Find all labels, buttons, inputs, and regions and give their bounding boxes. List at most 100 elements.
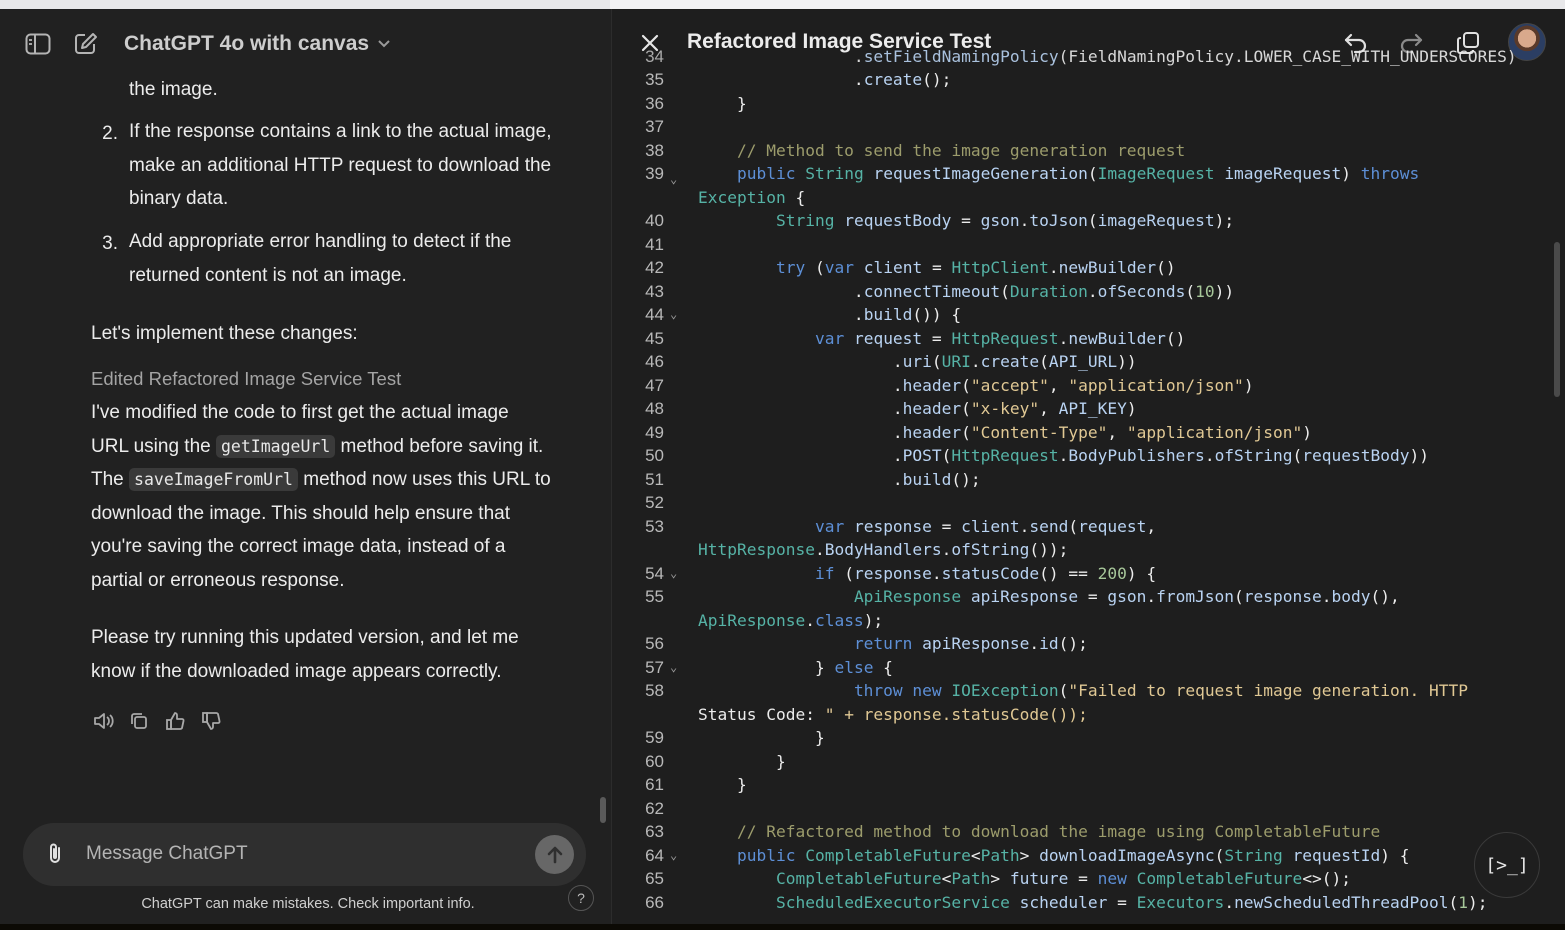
list-item: Add appropriate error handling to detect… <box>129 225 511 292</box>
code-text: .POST(HttpRequest.BodyPublishers.ofStrin… <box>698 446 1429 465</box>
fold-chevron-icon[interactable]: ⌄ <box>670 844 684 868</box>
line-number: 55 <box>645 587 664 606</box>
code-text: .setFieldNamingPolicy(FieldNamingPolicy.… <box>698 47 1517 66</box>
line-number: 39 <box>645 164 664 183</box>
paragraph-line: download the image. This should help ens… <box>91 502 510 524</box>
paragraph-line: you're saving the correct image data, in… <box>91 536 506 558</box>
canvas-panel: Refactored Image Service Test 34 .setFie… <box>611 9 1565 924</box>
code-text: } <box>698 751 786 771</box>
list-number: 2. <box>102 123 118 144</box>
line-number: 57 <box>645 657 664 677</box>
message-actions <box>92 710 222 732</box>
paragraph-line: The saveImageFromUrl method now uses thi… <box>91 463 551 497</box>
model-selector[interactable]: ChatGPT 4o with canvas <box>124 31 391 57</box>
chat-scrollbar[interactable] <box>600 797 606 823</box>
message-input[interactable]: Message ChatGPT <box>86 843 248 865</box>
attach-icon[interactable] <box>45 841 65 872</box>
message-composer[interactable]: Message ChatGPT <box>23 823 586 886</box>
line-number: 59 <box>645 728 664 747</box>
model-name: ChatGPT 4o with canvas <box>124 32 370 55</box>
code-text: return apiResponse.id(); <box>853 634 1088 653</box>
code-text: .build(); <box>698 469 981 489</box>
run-code-button[interactable]: [>_] <box>1474 832 1540 898</box>
code-text: HttpResponse.BodyHandlers.ofString()); <box>698 540 1069 559</box>
line-number: 37 <box>645 117 664 136</box>
code-text: ApiResponse apiResponse = gson.fromJson(… <box>853 587 1400 606</box>
code-text: public String requestImageGeneration(Ima… <box>736 164 1420 183</box>
code-text: Exception { <box>698 187 806 207</box>
code-text: CompletableFuture<Path> future = new Com… <box>775 869 1352 888</box>
list-number: 3. <box>102 233 118 254</box>
line-number: 60 <box>645 751 664 771</box>
code-editor[interactable]: 34 .setFieldNamingPolicy(FieldNamingPoli… <box>612 47 1565 924</box>
copy-icon[interactable] <box>128 710 150 732</box>
inline-code: getImageUrl <box>215 434 336 458</box>
text: method now uses this URL to <box>303 469 551 491</box>
paragraph-line: I've modified the code to first get the … <box>91 402 509 423</box>
list-line: returned content is not an image. <box>129 264 407 286</box>
sidebar-toggle-icon[interactable] <box>24 31 52 57</box>
line-number: 45 <box>645 328 664 348</box>
code-text: String requestBody = gson.toJson(imageRe… <box>775 211 1235 230</box>
paragraph-line: partial or erroneous response. <box>91 569 345 591</box>
code-text: .connectTimeout(Duration.ofSeconds(10)) <box>698 281 1235 301</box>
new-chat-icon[interactable] <box>72 31 100 57</box>
inline-code: saveImageFromUrl <box>129 468 298 492</box>
code-text: try (var client = HttpClient.newBuilder(… <box>775 258 1176 277</box>
code-text: } <box>698 775 747 794</box>
line-number: 47 <box>645 375 664 395</box>
code-text: throw new IOException("Failed to request… <box>853 681 1468 700</box>
window-top-strip <box>0 0 1565 9</box>
arrow-up-icon <box>547 846 562 863</box>
list-line: If the response contains a link to the a… <box>129 121 552 142</box>
paragraph-line: know if the downloaded image appears cor… <box>91 660 502 682</box>
text: method before saving it. <box>340 435 544 457</box>
code-text: } <box>698 93 747 113</box>
line-number: 34 <box>645 47 664 66</box>
code-text: Status Code: " + response.statusCode()); <box>698 704 1088 724</box>
paragraph-line: Please try running this updated version,… <box>91 627 519 648</box>
line-number: 65 <box>645 869 664 888</box>
fold-chevron-icon[interactable]: ⌄ <box>670 168 684 192</box>
code-text: } <box>698 728 825 747</box>
message-text: Let's implement these changes: <box>91 323 358 344</box>
line-number: 52 <box>645 493 664 512</box>
code-text: .build()) { <box>698 305 962 324</box>
code-text: var response = client.send(request, <box>814 516 1157 536</box>
code-text: if (response.statusCode() == 200) { <box>814 563 1157 583</box>
fold-chevron-icon[interactable]: ⌄ <box>670 562 684 586</box>
send-button[interactable] <box>535 835 574 874</box>
message-paragraph: I've modified the code to first get the … <box>91 396 551 598</box>
code-text: var request = HttpRequest.newBuilder() <box>814 328 1186 348</box>
line-number: 66 <box>645 892 664 912</box>
canvas-edit-link[interactable]: Edited Refactored Image Service Test <box>91 368 401 390</box>
line-number: 63 <box>645 822 664 841</box>
code-text: .uri(URI.create(API_URL)) <box>698 352 1137 371</box>
line-number: 46 <box>645 352 664 371</box>
code-text: } else { <box>698 657 893 677</box>
chat-panel: ChatGPT 4o with canvas the image. 2. If … <box>0 9 611 924</box>
line-number: 53 <box>645 516 664 536</box>
message-text: the image. <box>129 79 218 100</box>
line-number: 58 <box>645 681 664 700</box>
line-number: 62 <box>645 798 664 818</box>
thumbs-down-icon[interactable] <box>200 710 222 732</box>
fold-chevron-icon[interactable]: ⌄ <box>670 656 684 680</box>
code-text: .header("accept", "application/json") <box>698 375 1254 395</box>
line-number: 40 <box>645 211 664 230</box>
fold-chevron-icon[interactable]: ⌄ <box>670 303 684 327</box>
code-text: // Method to send the image generation r… <box>736 140 1186 160</box>
line-number: 36 <box>645 93 664 113</box>
help-button[interactable]: ? <box>568 885 594 911</box>
line-number: 50 <box>645 446 664 465</box>
thumbs-up-icon[interactable] <box>164 710 186 732</box>
line-number: 41 <box>645 234 664 254</box>
chevron-down-icon <box>378 40 390 48</box>
read-aloud-icon[interactable] <box>92 710 114 732</box>
code-scrollbar[interactable] <box>1554 242 1560 397</box>
line-number: 61 <box>645 775 664 794</box>
code-text: .create(); <box>698 70 952 89</box>
text: The <box>91 469 124 491</box>
disclaimer: ChatGPT can make mistakes. Check importa… <box>141 896 475 912</box>
list-line: binary data. <box>129 188 229 210</box>
